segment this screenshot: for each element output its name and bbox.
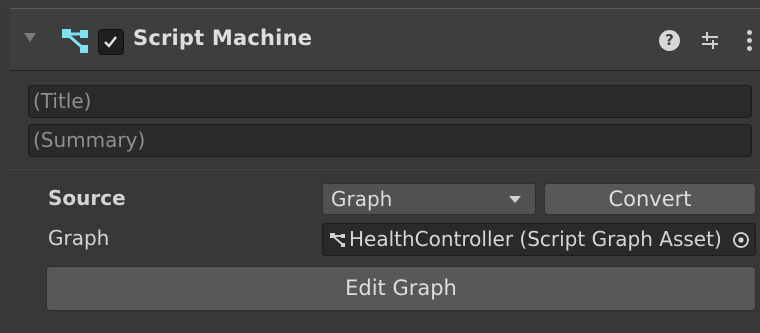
presets-icon[interactable] [698, 28, 722, 52]
enabled-checkbox[interactable] [98, 29, 124, 55]
graph-object-value: HealthController (Script Graph Asset) [349, 227, 722, 251]
kebab-menu-icon[interactable] [743, 28, 757, 54]
convert-button[interactable]: Convert [544, 183, 756, 215]
script-graph-icon [62, 29, 88, 53]
section-separator [10, 169, 760, 170]
object-picker-icon [733, 232, 749, 248]
component-title: Script Machine [133, 26, 313, 50]
summary-field[interactable]: (Summary) [28, 124, 752, 157]
component-header[interactable]: Script Machine ? [10, 8, 760, 71]
header-divider [10, 70, 760, 71]
title-field[interactable]: (Title) [28, 85, 752, 118]
checkmark-icon [104, 36, 117, 48]
source-dropdown[interactable]: Graph [322, 183, 536, 215]
script-graph-icon [330, 233, 345, 247]
help-icon[interactable]: ? [659, 30, 680, 51]
chevron-down-icon [509, 196, 521, 203]
object-picker-button[interactable] [727, 224, 755, 255]
edit-graph-button[interactable]: Edit Graph [46, 266, 756, 311]
top-strip [0, 0, 760, 8]
foldout-triangle-icon[interactable] [24, 33, 36, 42]
graph-label: Graph [48, 226, 110, 250]
source-dropdown-value: Graph [331, 187, 393, 211]
graph-object-field[interactable]: HealthController (Script Graph Asset) [322, 223, 756, 256]
source-label: Source [48, 186, 126, 210]
